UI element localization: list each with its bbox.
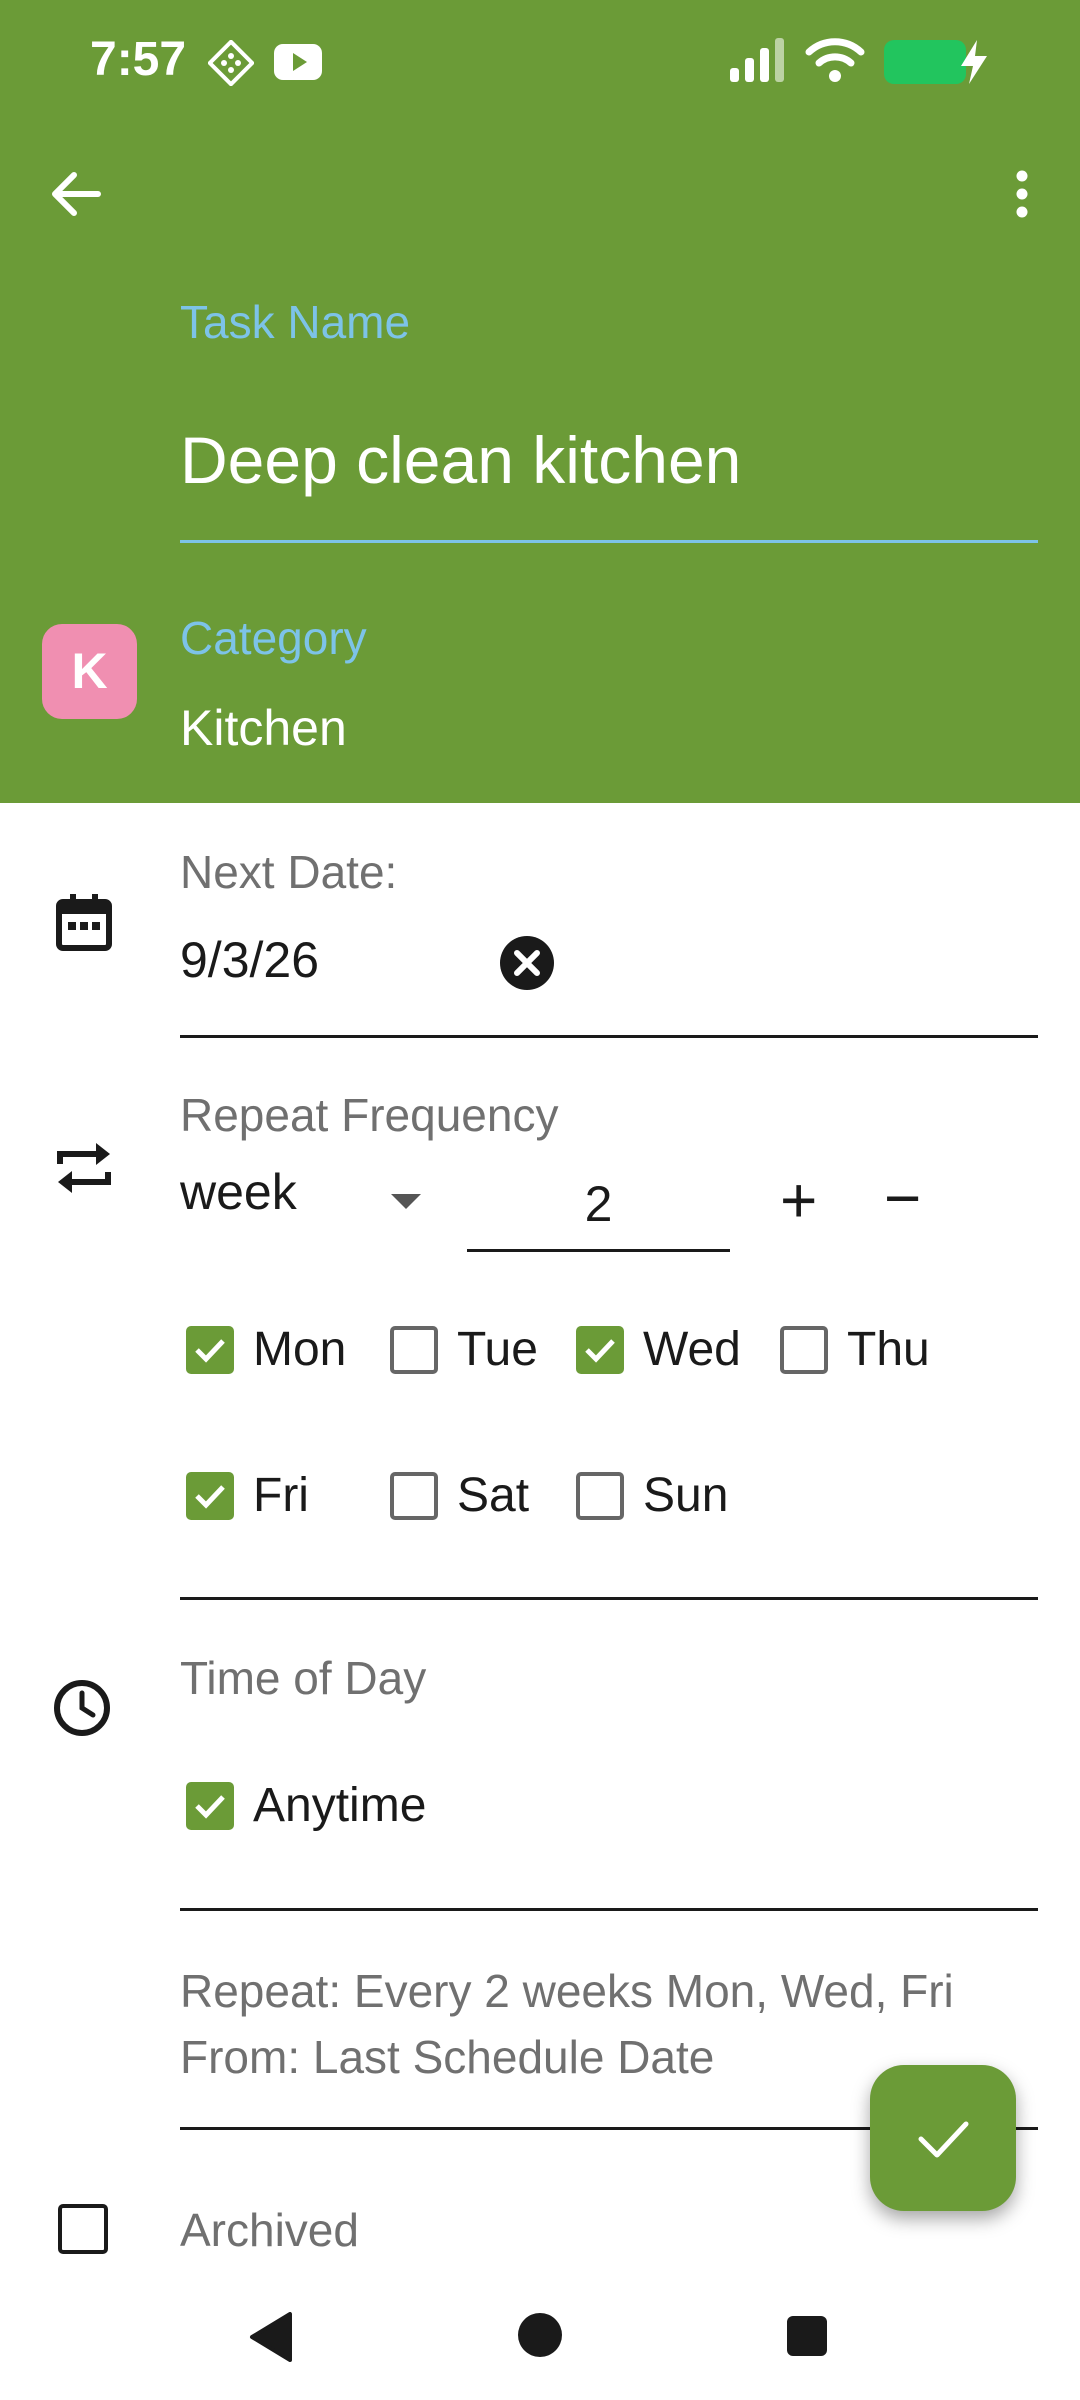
category-value[interactable]: Kitchen: [180, 696, 347, 760]
status-time: 7:57: [90, 33, 187, 86]
day-checkbox-tue[interactable]: Tue: [390, 1320, 570, 1380]
youtube-icon: [274, 44, 322, 85]
decrement-button[interactable]: −: [884, 1162, 921, 1234]
system-nav-bar: [0, 2280, 1080, 2400]
wifi-icon: [805, 36, 865, 89]
calendar-icon: [52, 890, 116, 959]
increment-button[interactable]: +: [780, 1164, 817, 1236]
more-vertical-icon[interactable]: [1012, 170, 1032, 223]
checkbox-unchecked-icon: [58, 2204, 108, 2254]
repeat-interval-input[interactable]: 2: [467, 1168, 730, 1252]
day-label: Tue: [457, 1323, 538, 1376]
task-name-input[interactable]: Deep clean kitchen: [180, 420, 741, 500]
nav-back-icon[interactable]: [248, 2312, 294, 2367]
status-bar: 7:57: [0, 0, 1080, 120]
signal-icon: [728, 38, 788, 89]
day-checkbox-sat[interactable]: Sat: [390, 1466, 570, 1526]
category-avatar[interactable]: K: [42, 624, 137, 719]
next-date-value[interactable]: 9/3/26: [180, 928, 319, 992]
save-fab-button[interactable]: [870, 2065, 1016, 2211]
nav-home-icon[interactable]: [517, 2312, 563, 2363]
checkbox-unchecked-icon: [390, 1472, 438, 1520]
charging-icon: [957, 38, 991, 91]
anytime-checkbox[interactable]: Anytime: [186, 1776, 466, 1836]
checkbox-unchecked-icon: [780, 1326, 828, 1374]
clock-icon: [52, 1678, 112, 1743]
task-name-underline: [180, 540, 1038, 543]
back-arrow-icon[interactable]: [48, 170, 102, 223]
day-checkbox-sun[interactable]: Sun: [576, 1466, 756, 1526]
task-header: 7:57 Task Name Deep clean kitchen K Cate…: [0, 0, 1080, 803]
category-label: Category: [180, 612, 367, 664]
dropdown-arrow-icon: [391, 1194, 421, 1215]
repeat-unit-value: week: [180, 1164, 297, 1220]
day-label: Fri: [253, 1469, 309, 1522]
checkbox-checked-icon: [186, 1326, 234, 1374]
day-checkbox-wed[interactable]: Wed: [576, 1320, 756, 1380]
checkbox-checked-icon: [186, 1472, 234, 1520]
edit-task-screen: 7:57 Task Name Deep clean kitchen K Cate…: [0, 0, 1080, 2400]
next-date-divider: [180, 1035, 1038, 1038]
checkbox-checked-icon: [576, 1326, 624, 1374]
clear-date-icon[interactable]: [499, 935, 555, 996]
time-divider: [180, 1908, 1038, 1911]
day-checkbox-mon[interactable]: Mon: [186, 1320, 366, 1380]
day-label: Mon: [253, 1323, 347, 1376]
archived-label: Archived: [180, 2204, 359, 2256]
time-of-day-label: Time of Day: [180, 1652, 427, 1704]
repeat-unit-dropdown[interactable]: week: [180, 1160, 430, 1240]
repeat-divider: [180, 1597, 1038, 1600]
task-name-label: Task Name: [180, 296, 411, 348]
checkbox-unchecked-icon: [390, 1326, 438, 1374]
repeat-frequency-label: Repeat Frequency: [180, 1089, 559, 1141]
day-label: Thu: [847, 1323, 930, 1376]
repeat-summary-line2: From: Last Schedule Date: [180, 2031, 715, 2083]
checkbox-checked-icon: [186, 1782, 234, 1830]
day-label: Wed: [643, 1323, 741, 1376]
nav-recents-icon[interactable]: [786, 2315, 828, 2362]
app-grid-icon: [206, 38, 256, 91]
day-label: Sat: [457, 1469, 530, 1522]
archived-checkbox[interactable]: Archived: [58, 2198, 378, 2262]
next-date-label: Next Date:: [180, 846, 398, 898]
repeat-icon: [52, 1140, 116, 1201]
checkbox-unchecked-icon: [576, 1472, 624, 1520]
anytime-label: Anytime: [253, 1779, 427, 1832]
day-checkbox-fri[interactable]: Fri: [186, 1466, 366, 1526]
day-label: Sun: [643, 1469, 729, 1522]
repeat-summary-line1: Repeat: Every 2 weeks Mon, Wed, Fri: [180, 1965, 954, 2017]
check-icon: [918, 2121, 969, 2158]
day-checkbox-thu[interactable]: Thu: [780, 1320, 960, 1380]
